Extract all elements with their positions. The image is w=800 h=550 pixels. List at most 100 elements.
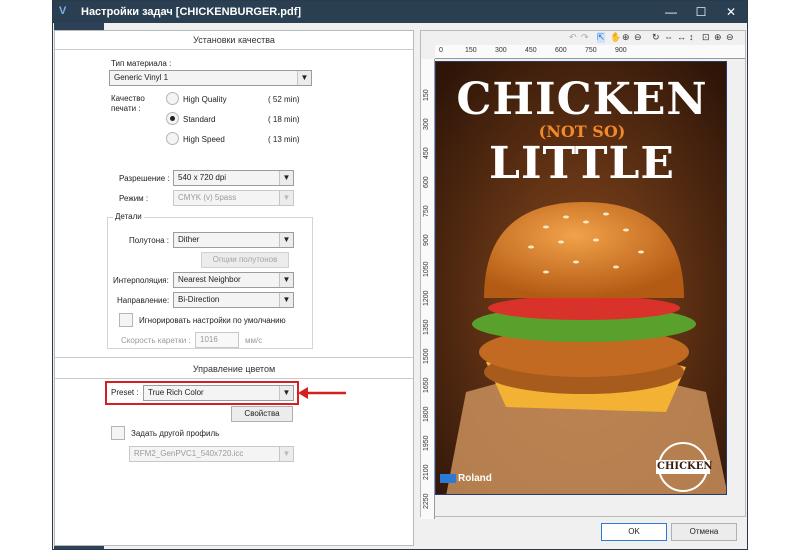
ruler-tick: 900 — [615, 47, 627, 54]
carriage-speed-value: 1016 — [200, 335, 218, 344]
other-profile-label: Задать другой профиль — [131, 429, 220, 438]
select-icon[interactable]: ⇱ — [597, 32, 605, 43]
hand-icon[interactable]: ✋ — [610, 32, 621, 43]
ok-button[interactable]: OK — [601, 523, 667, 541]
print-quality-label-1: Качество — [111, 94, 145, 103]
quality-standard-radio[interactable] — [166, 112, 179, 125]
fit-width-icon[interactable]: ↔ — [677, 32, 686, 42]
ruler-tick: 450 — [525, 47, 537, 54]
ruler-tick: 750 — [585, 47, 597, 54]
app-logo-icon: V — [59, 5, 67, 17]
mode-value: CMYK (v) 5pass — [178, 193, 237, 202]
settings-panel: Установки качества Тип материала : Gener… — [54, 30, 414, 546]
carriage-speed-label: Скорость каретки : — [121, 336, 191, 345]
resolution-value: 540 x 720 dpi — [178, 173, 227, 182]
poster-headline-3: LITTLE — [489, 138, 675, 189]
ruler-tick: 300 — [495, 47, 507, 54]
annotation-arrow-icon — [298, 387, 346, 399]
interpolation-value: Nearest Neighbor — [178, 275, 241, 284]
quality-section-title: Установки качества — [193, 35, 275, 45]
horizontal-ruler: 0 150 300 450 600 750 900 — [435, 45, 745, 59]
divider — [55, 378, 413, 379]
halftone-value: Dither — [178, 235, 200, 244]
divider — [55, 49, 413, 50]
chevron-down-icon: ▼ — [279, 447, 293, 461]
chevron-down-icon: ▼ — [279, 233, 293, 247]
other-profile-checkbox[interactable] — [111, 426, 125, 440]
ruler-tick: 600 — [555, 47, 567, 54]
ruler-tick: 450 — [423, 147, 430, 159]
close-button[interactable]: ✕ — [717, 3, 745, 21]
halftone-options-button[interactable]: Опции полутонов — [201, 252, 289, 268]
poster-stamp: CHICKEN — [657, 461, 713, 472]
material-value: Generic Vinyl 1 — [114, 73, 169, 82]
properties-button[interactable]: Свойства — [231, 406, 293, 422]
direction-select[interactable]: Bi-Direction ▼ — [173, 292, 294, 308]
ruler-tick: 150 — [465, 47, 477, 54]
print-quality-label-2: печати : — [111, 104, 141, 113]
ruler-tick: 300 — [423, 118, 430, 130]
ruler-tick: 2250 — [423, 493, 430, 509]
chevron-down-icon: ▼ — [297, 71, 311, 85]
ignore-defaults-label: Игнорировать настройки по умолчанию — [139, 316, 286, 325]
mode-select[interactable]: CMYK (v) 5pass ▼ — [173, 190, 294, 206]
poster-preview: CHICKEN (NOT SO) LITTLE Roland CHICKEN — [435, 61, 727, 495]
poster-brand-logo: Roland — [458, 473, 492, 484]
ruler-tick: 0 — [439, 47, 443, 54]
ignore-defaults-checkbox[interactable] — [119, 313, 133, 327]
window-title: Настройки задач [CHICKENBURGER.pdf] — [81, 6, 302, 18]
fit-height-icon[interactable]: ↕ — [689, 32, 694, 42]
cancel-button[interactable]: Отмена — [671, 523, 737, 541]
divider — [55, 357, 413, 358]
quality-high-radio[interactable] — [166, 92, 179, 105]
interpolation-select[interactable]: Nearest Neighbor ▼ — [173, 272, 294, 288]
ruler-tick: 1350 — [423, 319, 430, 335]
ruler-tick: 1050 — [423, 261, 430, 277]
chevron-down-icon: ▼ — [279, 293, 293, 307]
details-title: Детали — [113, 212, 144, 221]
carriage-speed-unit: мм/с — [245, 336, 263, 345]
zoom-fit-icon[interactable]: ⊡ — [702, 32, 710, 43]
flip-icon[interactable]: ⇔ — [664, 32, 673, 42]
rotate-icon[interactable]: ↻ — [652, 32, 660, 43]
zoom-in-tool-icon[interactable]: ⊕ — [622, 32, 630, 43]
quality-speed-radio[interactable] — [166, 132, 179, 145]
preset-highlight-box — [105, 381, 299, 405]
chevron-down-icon: ▼ — [279, 171, 293, 185]
halftone-label: Полутона : — [129, 236, 170, 245]
minimize-button[interactable]: — — [657, 3, 685, 21]
resolution-label: Разрешение : — [119, 174, 170, 183]
quality-speed-label: High Speed — [183, 135, 225, 144]
chevron-down-icon: ▼ — [279, 191, 293, 205]
maximize-button[interactable]: ☐ — [687, 3, 715, 21]
material-label: Тип материала : — [111, 59, 172, 68]
quality-standard-time: ( 18 min) — [268, 115, 300, 124]
ruler-tick: 1500 — [423, 348, 430, 364]
resolution-select[interactable]: 540 x 720 dpi ▼ — [173, 170, 294, 186]
quality-high-label: High Quality — [183, 95, 227, 104]
interpolation-label: Интерполяция: — [113, 276, 169, 285]
material-select[interactable]: Generic Vinyl 1 ▼ — [109, 70, 312, 86]
ruler-tick: 750 — [423, 205, 430, 217]
ruler-tick: 600 — [423, 176, 430, 188]
mode-label: Режим : — [119, 194, 149, 203]
quality-speed-time: ( 13 min) — [268, 135, 300, 144]
zoom-minus-icon[interactable]: ⊖ — [726, 32, 734, 43]
profile-select[interactable]: RFM2_GenPVC1_540x720.icc ▼ — [129, 446, 294, 462]
carriage-speed-input[interactable]: 1016 — [195, 332, 239, 348]
poster-headline-1: CHICKEN — [456, 74, 708, 125]
preview-toolbar: ↶ ↷ ⇱ ✋ ⊕ ⊖ ↻ ⇔ ↔ ↕ ⊡ ⊕ ⊖ — [421, 31, 745, 45]
chevron-down-icon: ▼ — [279, 273, 293, 287]
ruler-tick: 1200 — [423, 290, 430, 306]
ruler-tick: 1800 — [423, 406, 430, 422]
ruler-tick: 2100 — [423, 464, 430, 480]
zoom-plus-icon[interactable]: ⊕ — [714, 32, 722, 43]
vertical-ruler: 150 300 450 600 750 900 1050 1200 1350 1… — [421, 59, 435, 519]
zoom-out-tool-icon[interactable]: ⊖ — [634, 32, 642, 43]
direction-label: Направление: — [117, 296, 170, 305]
undo-icon[interactable]: ↶ — [569, 32, 577, 43]
quality-standard-label: Standard — [183, 115, 216, 124]
redo-icon[interactable]: ↷ — [581, 32, 589, 43]
quality-high-time: ( 52 min) — [268, 95, 300, 104]
halftone-select[interactable]: Dither ▼ — [173, 232, 294, 248]
